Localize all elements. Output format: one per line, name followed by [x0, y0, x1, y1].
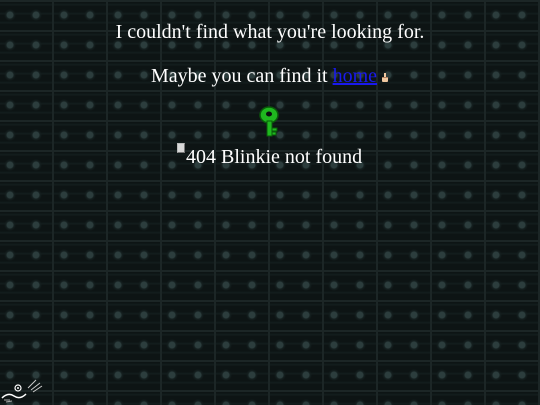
green-key-icon: [259, 106, 279, 137]
cat-icon: [1, 379, 43, 403]
home-suggestion: Maybe you can find it home: [0, 64, 540, 88]
home-link[interactable]: home: [333, 65, 377, 87]
not-found-text: I couldn't find what you're looking for.: [115, 21, 425, 43]
page-body: { "messages": { "line1": "I couldn't fin…: [0, 0, 540, 405]
not-found-message: I couldn't find what you're looking for.: [0, 20, 540, 44]
blinkie-image: 404 Blinkie not found: [177, 143, 362, 169]
broken-image-icon: [177, 143, 185, 153]
pointing-hand-icon: [382, 73, 389, 82]
home-suggestion-text: Maybe you can find it: [150, 65, 333, 87]
blinkie-alt-text: 404 Blinkie not found: [186, 146, 363, 168]
